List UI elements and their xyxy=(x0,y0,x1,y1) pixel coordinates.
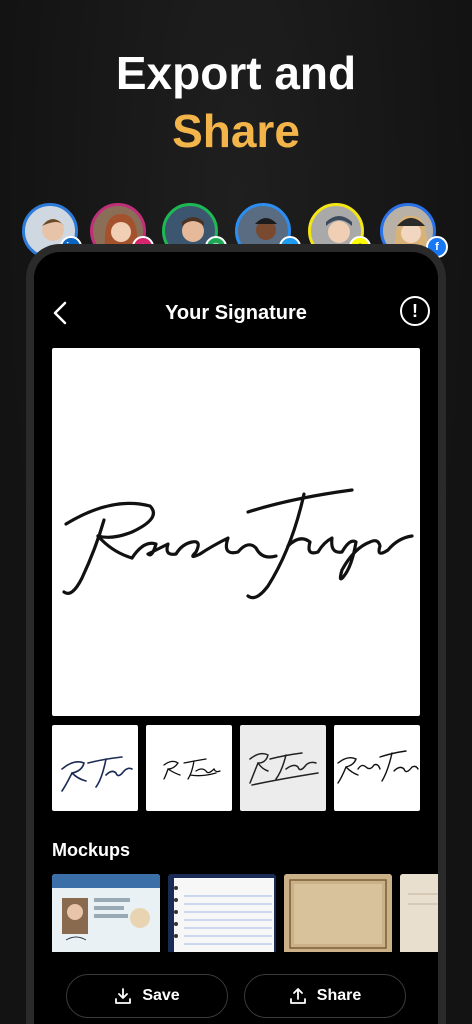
share-button[interactable]: Share xyxy=(244,974,406,1018)
signature-drawing xyxy=(62,488,414,600)
headline-line-2: Share xyxy=(172,105,300,157)
variant-4-drawing xyxy=(337,750,419,784)
variant-2-drawing xyxy=(163,758,221,780)
page-title: Your Signature xyxy=(165,302,307,324)
paper-thumbnail xyxy=(400,874,438,954)
signature-preview[interactable] xyxy=(52,348,420,716)
mockup-paper[interactable] xyxy=(400,874,438,954)
phone-frame: Your Signature ! Mockups Save Share xyxy=(26,244,446,1024)
mockup-id-card[interactable] xyxy=(52,874,160,954)
variant-2[interactable] xyxy=(146,725,232,811)
download-icon xyxy=(115,988,132,1004)
info-button[interactable]: ! xyxy=(400,296,430,326)
mockup-notebook[interactable] xyxy=(168,874,276,954)
info-icon: ! xyxy=(412,300,418,321)
promo-headline: Export and Share xyxy=(0,44,472,160)
variant-3-drawing xyxy=(249,752,319,786)
save-button[interactable]: Save xyxy=(66,974,228,1018)
headline-line-1: Export and xyxy=(115,47,357,99)
app-bar: Your Signature ! xyxy=(34,252,438,362)
bottom-action-bar: Save Share xyxy=(34,952,438,1024)
variant-4[interactable] xyxy=(334,725,420,811)
variant-3-selected[interactable] xyxy=(240,725,326,811)
mockups-carousel[interactable] xyxy=(52,874,438,954)
parchment-thumbnail xyxy=(284,874,392,954)
save-label: Save xyxy=(142,987,180,1004)
signature-variants xyxy=(52,725,424,811)
notebook-thumbnail xyxy=(174,878,274,952)
variant-1[interactable] xyxy=(52,725,138,811)
variant-1-drawing xyxy=(61,756,133,792)
share-icon xyxy=(289,988,306,1004)
id-card-thumbnail xyxy=(52,874,160,954)
mockup-parchment[interactable] xyxy=(284,874,392,954)
share-label: Share xyxy=(316,987,362,1004)
mockups-heading: Mockups xyxy=(52,840,131,860)
